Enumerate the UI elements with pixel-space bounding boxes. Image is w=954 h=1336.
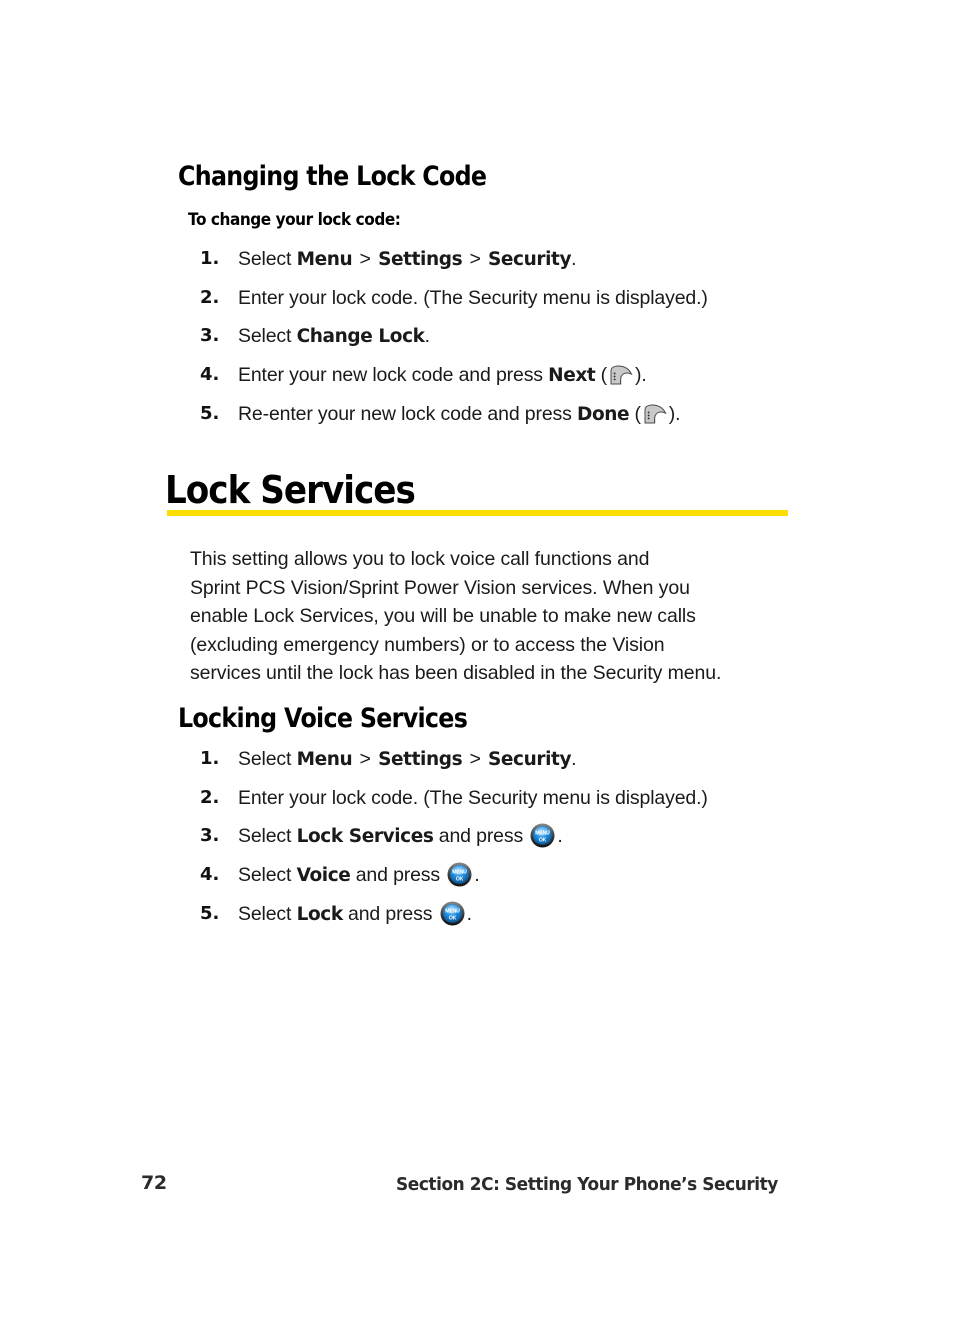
list-item-number: 2.: [200, 287, 220, 308]
text-run: .: [557, 825, 563, 847]
menu-ok-button-icon: MENU OK: [530, 823, 555, 848]
breadcrumb-separator: >: [464, 748, 486, 770]
paragraph-line: services until the lock has been disable…: [190, 662, 722, 684]
list-item-text: Select Menu > Settings > Security.: [238, 245, 820, 274]
text-run: ).: [635, 364, 647, 386]
emphasis-term: Change Lock: [296, 326, 425, 347]
text-run: Enter your new lock code and press: [238, 364, 549, 386]
list-item: 5. Re-enter your new lock code and press …: [200, 400, 820, 429]
list-item-text: Select Lock and press MENU OK.: [238, 900, 820, 929]
paragraph-line: This setting allows you to lock voice ca…: [190, 548, 650, 570]
list-item-text: Enter your lock code. (The Security menu…: [238, 784, 820, 812]
paragraph-line: (excluding emergency numbers) or to acce…: [190, 633, 665, 656]
list-item: 3. Select Lock Services and press MENU OK.: [200, 822, 820, 851]
list-item-number: 1.: [200, 248, 220, 269]
footer-section-title: Section 2C: Setting Your Phone’s Securit…: [396, 1174, 778, 1195]
text-run: .: [424, 325, 430, 347]
text-run: .: [474, 864, 480, 886]
list-item-number: 2.: [200, 787, 220, 808]
text-run: and press: [433, 825, 529, 847]
leadin-to-change-your-lock-code: To change your lock code:: [188, 210, 401, 230]
list-item-number: 5.: [200, 903, 220, 924]
list-item: 4. Enter your new lock code and press Nex…: [200, 361, 820, 390]
menu-ok-button-icon: MENU OK: [440, 901, 465, 926]
list-item: 1. Select Menu > Settings > Security.: [200, 245, 820, 274]
footer-page-number: 72: [141, 1172, 167, 1194]
softkey-icon: [608, 365, 634, 385]
text-run: (: [595, 364, 608, 386]
text-run: and press: [342, 903, 438, 925]
emphasis-term: Voice: [296, 865, 351, 886]
emphasis-term: Lock: [296, 904, 344, 925]
heading-changing-the-lock-code: Changing the Lock Code: [178, 161, 487, 192]
list-item-text: Enter your new lock code and press Next …: [238, 361, 820, 390]
text-run: (: [629, 403, 641, 425]
list-item: 4. Select Voice and press MENU OK.: [200, 861, 820, 890]
emphasis-term: Next: [548, 365, 596, 386]
list-item-text: Select Lock Services and press MENU OK.: [238, 822, 820, 851]
manual-page: Changing the Lock Code To change your lo…: [0, 0, 954, 1336]
list-item-text: Select Menu > Settings > Security.: [238, 745, 820, 774]
breadcrumb-separator: >: [354, 748, 377, 770]
heading-locking-voice-services: Locking Voice Services: [178, 703, 468, 734]
paragraph-line: enable Lock Services, you will be unable…: [190, 605, 696, 627]
yellow-divider-rule: [167, 510, 788, 516]
svg-text:MENU: MENU: [536, 830, 551, 836]
emphasis-term: Security: [487, 249, 572, 270]
text-run: Re-enter your new lock code and press: [238, 403, 577, 425]
text-run: .: [571, 748, 577, 770]
text-run: Select: [238, 325, 297, 347]
emphasis-term: Lock Services: [296, 826, 434, 847]
text-run: Select: [238, 903, 297, 925]
svg-text:MENU: MENU: [453, 869, 468, 875]
list-item-text: Select Change Lock.: [238, 322, 820, 351]
text-run: Select: [238, 748, 297, 770]
steps-list-locking-voice-services: 1. Select Menu > Settings > Security. 2. En…: [200, 745, 820, 939]
text-run: .: [571, 248, 577, 270]
emphasis-term: Settings: [378, 749, 463, 770]
list-item-text: Re-enter your new lock code and press Do…: [238, 400, 820, 429]
svg-text:OK: OK: [448, 915, 456, 921]
list-item: 1. Select Menu > Settings > Security.: [200, 745, 820, 774]
svg-text:MENU: MENU: [445, 908, 460, 914]
paragraph-lock-services-description: This setting allows you to lock voice ca…: [190, 545, 800, 688]
breadcrumb-separator: >: [354, 248, 377, 270]
text-run: ).: [668, 403, 681, 425]
paragraph-line: Sprint PCS Vision/Sprint Power Vision se…: [190, 576, 690, 599]
list-item: 2. Enter your lock code. (The Security me…: [200, 784, 820, 812]
emphasis-term: Menu: [296, 249, 353, 270]
text-run: Select: [238, 825, 297, 847]
svg-text:OK: OK: [539, 837, 547, 843]
emphasis-term: Done: [576, 404, 630, 425]
text-run: Enter your lock code. (The Security menu…: [238, 287, 708, 309]
text-run: Enter your lock code. (The Security menu…: [238, 787, 708, 809]
emphasis-term: Menu: [296, 749, 353, 770]
heading-lock-services: Lock Services: [165, 468, 416, 512]
emphasis-term: Security: [487, 749, 572, 770]
list-item: 5. Select Lock and press MENU OK.: [200, 900, 820, 929]
softkey-icon: [642, 404, 668, 424]
list-item-number: 3.: [200, 825, 220, 846]
list-item-text: Select Voice and press MENU OK.: [238, 861, 820, 890]
breadcrumb-separator: >: [464, 248, 486, 270]
menu-ok-button-icon: MENU OK: [447, 862, 472, 887]
list-item-number: 3.: [200, 325, 220, 346]
list-item-number: 4.: [200, 364, 220, 385]
list-item-number: 5.: [200, 403, 220, 424]
svg-text:OK: OK: [456, 876, 464, 882]
text-run: and press: [350, 864, 446, 886]
text-run: .: [466, 903, 472, 925]
list-item-number: 1.: [200, 748, 220, 769]
list-item: 2. Enter your lock code. (The Security me…: [200, 284, 820, 312]
steps-list-changing-lock-code: 1. Select Menu > Settings > Security. 2. En…: [200, 245, 820, 439]
emphasis-term: Settings: [378, 249, 463, 270]
text-run: Select: [238, 248, 297, 270]
list-item-text: Enter your lock code. (The Security menu…: [238, 284, 820, 312]
list-item-number: 4.: [200, 864, 220, 885]
list-item: 3. Select Change Lock.: [200, 322, 820, 351]
text-run: Select: [238, 864, 297, 886]
